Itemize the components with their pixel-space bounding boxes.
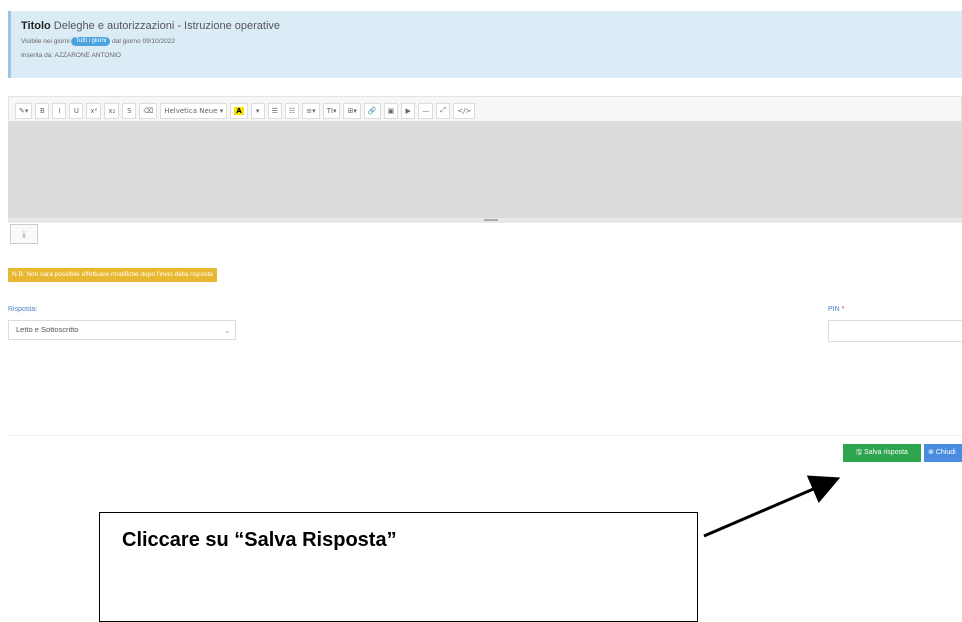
eraser-button[interactable]: ⌫ bbox=[139, 102, 158, 119]
superscript-button[interactable]: x² bbox=[86, 102, 102, 119]
resize-grip-icon bbox=[484, 219, 498, 221]
callout-text: Cliccare su “Salva Risposta” bbox=[122, 529, 397, 551]
link-button[interactable]: 🔗 bbox=[363, 102, 381, 119]
visibility-line: Visibile nei giorni Tutti i giorni dal g… bbox=[21, 37, 962, 47]
table-button[interactable]: ⊞▾ bbox=[343, 102, 361, 119]
code-view-button[interactable]: </> bbox=[453, 102, 476, 119]
info-panel: Titolo Deleghe e autorizzazioni - Istruz… bbox=[8, 11, 962, 78]
save-label: Salva risposta bbox=[863, 449, 908, 456]
pin-input[interactable] bbox=[828, 320, 962, 342]
text-color-dropdown[interactable]: ▾ bbox=[250, 102, 265, 119]
video-button[interactable]: ▶ bbox=[401, 102, 416, 119]
visible-suffix: dal giorno 09/10/2022 bbox=[112, 38, 175, 46]
instruction-callout: Cliccare su “Salva Risposta” bbox=[99, 512, 698, 622]
font-family-select[interactable]: Helvetica Neue ▾ bbox=[160, 102, 228, 119]
subscript-button[interactable]: x₂ bbox=[104, 102, 120, 119]
close-button[interactable]: ⊗ Chiudi bbox=[924, 444, 962, 462]
risposta-select[interactable]: Letto e Sottoscritto ⌄ bbox=[8, 320, 236, 340]
underline-button[interactable]: U bbox=[69, 102, 84, 119]
title-text: Deleghe e autorizzazioni - Istruzione op… bbox=[53, 20, 281, 32]
editor-resizer[interactable] bbox=[8, 218, 962, 223]
pin-label: PIN * bbox=[828, 306, 844, 313]
editor-toolbar: ✎▾ B I U x² x₂ S ⌫ Helvetica Neue ▾ A ▾ … bbox=[8, 96, 962, 121]
line-height-button[interactable]: TI▾ bbox=[322, 102, 341, 119]
ordered-list-button[interactable]: ☷ bbox=[284, 102, 300, 119]
italic-button[interactable]: I bbox=[52, 102, 67, 119]
close-icon: ⊗ bbox=[928, 449, 934, 456]
text-color-button[interactable]: A bbox=[230, 102, 248, 119]
upload-icon: ⤓ bbox=[22, 229, 26, 239]
close-label: Chiudi bbox=[935, 449, 956, 456]
text-color-label: A bbox=[234, 106, 244, 115]
style-button[interactable]: ✎▾ bbox=[15, 102, 33, 119]
image-button[interactable]: ▣ bbox=[383, 102, 399, 119]
risposta-label: Risposta: bbox=[8, 306, 38, 313]
arrow-icon bbox=[703, 475, 841, 538]
divider bbox=[8, 435, 962, 436]
title-prefix: Titolo bbox=[21, 20, 51, 32]
save-icon: 🖫 bbox=[856, 449, 863, 456]
warning-banner: N.B. Non sarà possibile effettuare modif… bbox=[8, 268, 217, 282]
save-button[interactable]: 🖫 Salva risposta bbox=[843, 444, 921, 462]
risposta-value: Letto e Sottoscritto bbox=[16, 325, 79, 334]
pin-label-text: PIN bbox=[828, 306, 840, 313]
strikethrough-button[interactable]: S bbox=[122, 102, 137, 119]
editor-area[interactable] bbox=[8, 121, 962, 218]
visible-prefix: Visibile nei giorni bbox=[21, 38, 70, 46]
bold-button[interactable]: B bbox=[35, 102, 50, 119]
bullet-list-button[interactable]: ☰ bbox=[267, 102, 282, 119]
hr-button[interactable]: — bbox=[418, 102, 434, 119]
fullscreen-button[interactable]: ⤢ bbox=[436, 102, 451, 119]
visible-badge: Tutti i giorni bbox=[71, 37, 111, 46]
paragraph-button[interactable]: ≡▾ bbox=[302, 102, 320, 119]
chevron-down-icon: ⌄ bbox=[223, 325, 231, 335]
required-mark: * bbox=[841, 306, 845, 313]
inserted-by: Inserita da: AZZARONE ANTONIO bbox=[21, 52, 121, 60]
page-title: Titolo Deleghe e autorizzazioni - Istruz… bbox=[21, 19, 962, 33]
upload-button[interactable]: ⤓ bbox=[10, 224, 38, 244]
